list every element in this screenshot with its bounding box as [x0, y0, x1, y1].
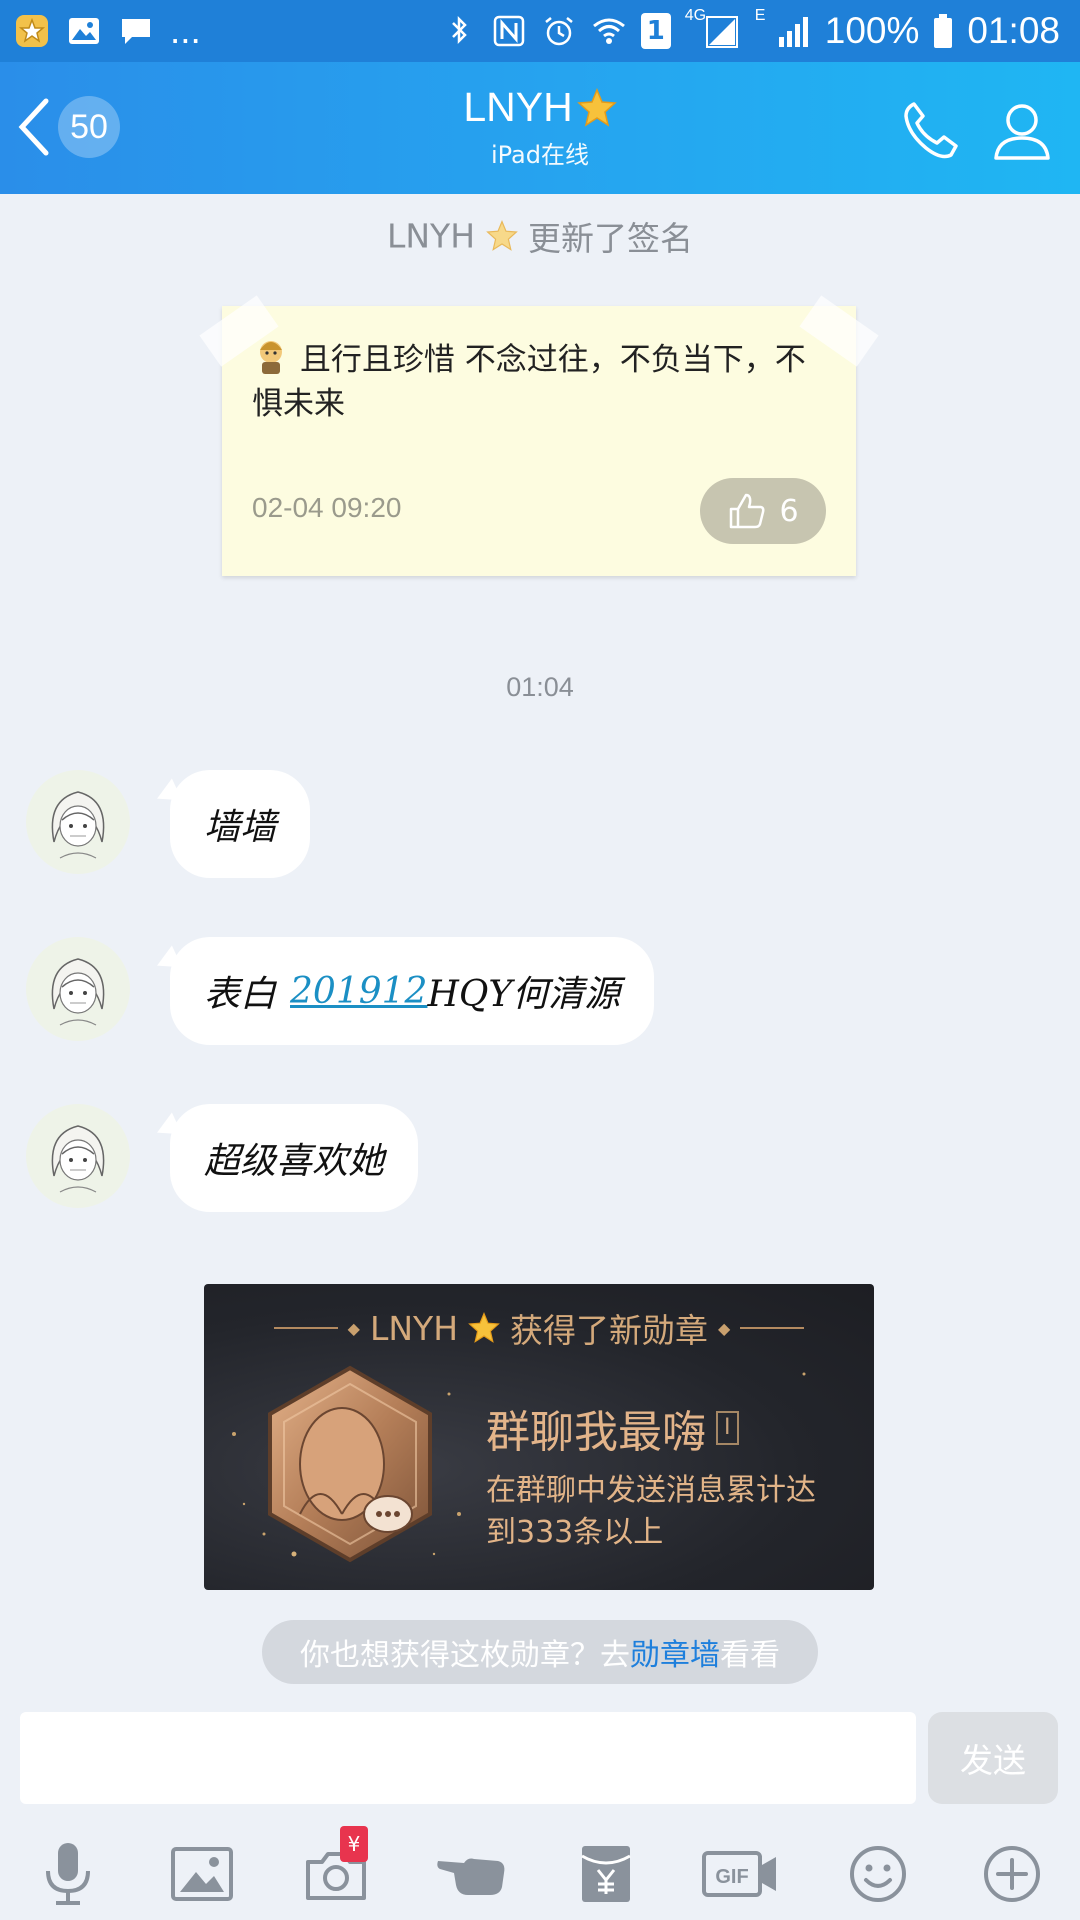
avatar-girl-icon [51, 791, 105, 859]
message-bubble[interactable]: 墙墙 [170, 770, 311, 878]
more-notifications: ... [170, 10, 201, 51]
unread-count-badge: 50 [58, 96, 120, 158]
avatar-girl-icon [51, 1125, 105, 1193]
image-icon [171, 1847, 233, 1901]
message-icon [122, 19, 150, 44]
thumbs-up-icon [730, 493, 765, 529]
chat-toolbar: ¥ GIF [0, 1826, 1080, 1920]
poke-hand-icon [437, 1858, 505, 1895]
medal-description: 在群聊中发送消息累计达到333条以上 [486, 1473, 816, 1550]
title-block[interactable]: LNYH iPad在线 [300, 84, 780, 170]
sim1-icon: 1 [640, 13, 671, 49]
phone-call-icon[interactable] [896, 96, 964, 164]
message-text: HQY何清源 [427, 974, 621, 1015]
profile-icon[interactable] [988, 96, 1056, 164]
nfc-icon [493, 15, 525, 47]
alarm-icon [544, 17, 573, 46]
contact-name-text: LNYH [463, 84, 573, 130]
note-name: LNYH [386, 216, 476, 256]
signal-e-icon: E [755, 7, 811, 51]
mic-icon [46, 1843, 90, 1905]
diamond-icon: ◆ [347, 1318, 360, 1338]
online-status: iPad在线 [490, 141, 589, 169]
medal-header-name: LNYH [369, 1308, 459, 1348]
status-bar: ... 1 4G E 100% 01:08 [0, 0, 1080, 62]
gif-label: GIF [715, 1866, 748, 1888]
poke-button[interactable] [432, 1834, 512, 1914]
avatar[interactable] [26, 1104, 130, 1208]
medal-level: I [716, 1411, 739, 1445]
medal-name: 群聊我最嗨 I [486, 1396, 739, 1460]
bluetooth-icon [451, 15, 467, 45]
time-separator: 01:04 [506, 672, 574, 702]
tip-prefix: 你也想获得这枚勋章？去 [300, 1638, 630, 1673]
note-text: 更新了签名 [528, 219, 694, 258]
character-emoji-icon [260, 341, 282, 374]
message-bubble[interactable]: 表白 201912 HQY何清源 [170, 937, 655, 1045]
send-button[interactable]: 发送 [928, 1712, 1058, 1804]
divider [273, 1327, 338, 1329]
battery-icon [934, 14, 953, 48]
gif-button[interactable]: GIF [700, 1834, 780, 1914]
medal-wall-link[interactable]: 勋章墙 [630, 1630, 720, 1674]
diamond-icon: ◆ [718, 1318, 731, 1338]
back-button[interactable]: 50 [14, 92, 134, 162]
message-link[interactable]: 201912 [290, 971, 427, 1012]
camera-button[interactable]: ¥ [296, 1826, 376, 1914]
star-app-icon [16, 15, 48, 47]
signature-date: 02-04 09:20 [252, 492, 402, 523]
signature-update-note: LNYH 更新了签名 [0, 212, 1080, 260]
contact-name: LNYH [463, 84, 617, 131]
plus-icon [984, 1846, 1040, 1902]
status-right: 1 4G E 100% 01:08 [441, 0, 1060, 62]
like-count: 6 [779, 493, 799, 529]
message-text: 墙墙 [204, 807, 277, 848]
emoji-icon [850, 1846, 906, 1902]
message-text: 超级喜欢她 [204, 1141, 385, 1182]
medal-name-text: 群聊我最嗨 [486, 1407, 706, 1458]
medal-wall-tip: 你也想获得这枚勋章？去 勋章墙 看看 [262, 1620, 818, 1684]
status-left: ... [14, 0, 201, 62]
chat-title-bar: 50 LNYH iPad在线 [0, 62, 1080, 194]
avatar[interactable] [26, 937, 130, 1041]
star-badge-icon [485, 220, 518, 251]
signal-4g-icon: 4G [685, 7, 741, 51]
chevron-left-icon [18, 98, 49, 156]
red-packet-button[interactable] [566, 1834, 646, 1914]
gallery-icon [69, 18, 99, 44]
avatar-girl-icon [51, 958, 105, 1026]
signature-text: 且行且珍惜 不念过往，不负当下，不惧未来 [252, 336, 826, 426]
message-input[interactable] [20, 1712, 916, 1804]
like-button[interactable]: 6 [700, 478, 826, 544]
medal-header-text: 获得了新勋章 [510, 1311, 709, 1350]
status-time: 01:08 [967, 10, 1060, 51]
message-text: 表白 [204, 974, 277, 1015]
camera-red-badge: ¥ [340, 1826, 368, 1862]
signature-card[interactable]: 且行且珍惜 不念过往，不负当下，不惧未来 02-04 09:20 6 [199, 295, 879, 576]
battery-percent: 100% [824, 10, 920, 51]
divider [740, 1327, 805, 1329]
image-button[interactable] [162, 1834, 242, 1914]
medal-card[interactable]: ◆ LNYH 获得了新勋章 ◆ 群聊我最嗨 I 在群聊中发送消息累计达到333条… [204, 1284, 874, 1590]
wifi-icon [592, 18, 625, 44]
more-button[interactable] [972, 1834, 1052, 1914]
avatar[interactable] [26, 770, 130, 874]
voice-button[interactable] [28, 1834, 108, 1914]
red-packet-icon [581, 1846, 631, 1902]
star-badge-icon [576, 87, 617, 127]
medal-header: ◆ LNYH 获得了新勋章 ◆ [204, 1304, 874, 1352]
emoji-button[interactable] [838, 1834, 918, 1914]
star-badge-icon [468, 1312, 500, 1343]
tip-suffix: 看看 [720, 1638, 780, 1673]
medal-badge-icon [268, 1365, 432, 1563]
message-bubble[interactable]: 超级喜欢她 [170, 1104, 419, 1212]
gif-icon: GIF [702, 1851, 776, 1897]
signature-body: 且行且珍惜 不念过往，不负当下，不惧未来 [252, 342, 806, 422]
sim-label: 1 [646, 16, 665, 46]
